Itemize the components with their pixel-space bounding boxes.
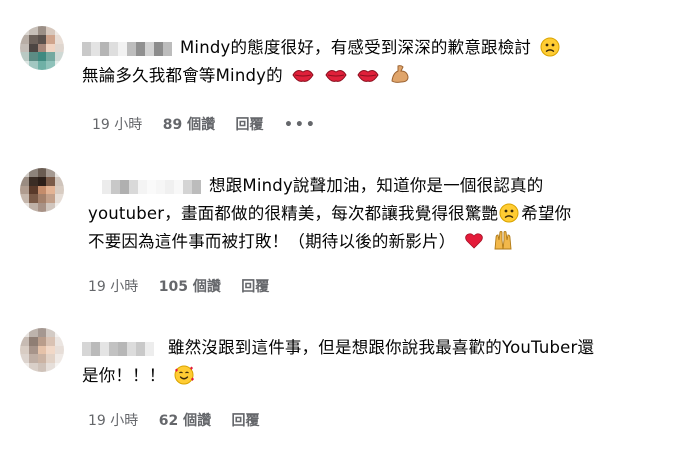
comment-text: Mindy的態度很好，有感受到深深的歉意跟檢討 無論多久我都會等Mindy的 [82, 34, 560, 90]
lips-icon [357, 70, 379, 82]
like-count[interactable]: 105 個讚 [159, 276, 221, 296]
flexed-biceps-icon [391, 65, 409, 83]
lips-icon [292, 70, 314, 82]
avatar[interactable] [20, 328, 64, 372]
reply-button[interactable]: 回覆 [236, 114, 264, 134]
lips-icon [325, 70, 347, 82]
author-name[interactable] [102, 179, 201, 194]
timestamp[interactable]: 19 小時 [92, 114, 142, 134]
raised-hands-icon [494, 231, 512, 250]
comment-line: 雖然沒跟到這件事，但是想跟你說我最喜歡的YouTuber還 [168, 338, 595, 357]
comment-line: 是你！！！ [82, 366, 166, 385]
comment-meta: 19 小時 105 個讚 回覆 [88, 276, 285, 296]
comment-line: 無論多久我都會等Mindy的 [82, 66, 283, 85]
comment-meta: 19 小時 89 個讚 回覆 ••• [92, 114, 317, 134]
timestamp[interactable]: 19 小時 [88, 410, 138, 430]
author-name[interactable] [82, 41, 172, 56]
reply-button[interactable]: 回覆 [232, 410, 260, 430]
sad-face-icon [499, 203, 519, 223]
timestamp[interactable]: 19 小時 [88, 276, 138, 296]
avatar[interactable] [20, 26, 64, 70]
sad-face-icon [540, 37, 560, 57]
author-name[interactable] [82, 341, 154, 356]
comment-line: Mindy的態度很好，有感受到深深的歉意跟檢討 [180, 38, 532, 57]
comment-line: youtuber，畫面都做的很精美，每次都讓我覺得很驚艷 [88, 204, 499, 223]
more-options-icon[interactable]: ••• [284, 117, 317, 133]
avatar[interactable] [20, 168, 64, 212]
like-count[interactable]: 89 個讚 [163, 114, 215, 134]
comment-line: 希望你 [521, 204, 572, 223]
red-heart-icon [465, 233, 483, 249]
comment-line: 不要因為這件事而被打敗！（期待以後的新影片） [88, 232, 456, 251]
reply-button[interactable]: 回覆 [241, 276, 269, 296]
comment-meta: 19 小時 62 個讚 回覆 [88, 410, 276, 430]
like-count[interactable]: 62 個讚 [159, 410, 211, 430]
comment-line: 想跟Mindy說聲加油，知道你是一個很認真的 [209, 176, 544, 195]
smiling-face-with-hearts-icon [174, 365, 194, 385]
comment-text: 雖然沒跟到這件事，但是想跟你說我最喜歡的YouTuber還 是你！！！ [82, 334, 594, 390]
comment-text: 想跟Mindy說聲加油，知道你是一個很認真的 youtuber，畫面都做的很精美… [88, 172, 571, 256]
